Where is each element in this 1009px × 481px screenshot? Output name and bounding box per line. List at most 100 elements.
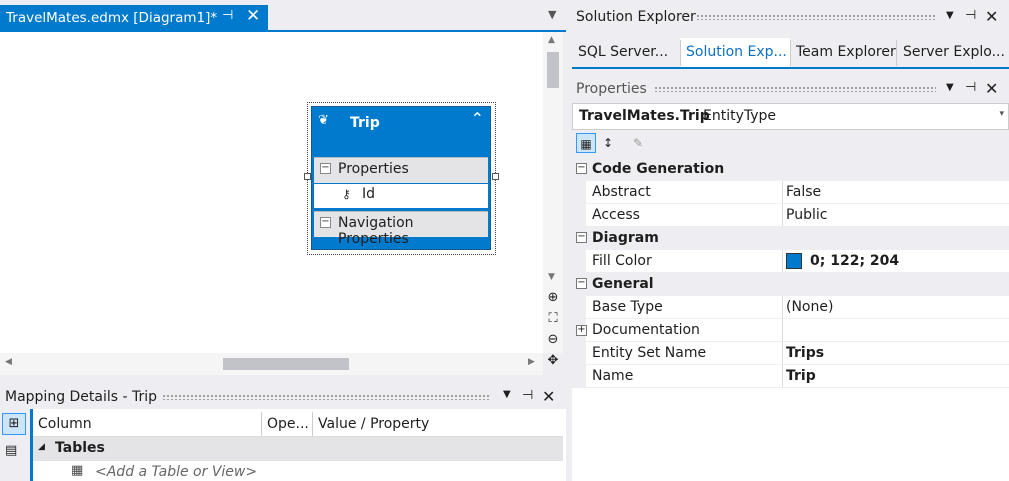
property-value[interactable]: Trips — [786, 345, 824, 361]
dropdown-icon[interactable]: ▼ — [503, 389, 511, 400]
row-gutter — [572, 296, 586, 319]
collapse-icon[interactable]: ⌃ — [471, 109, 484, 128]
row-divider — [586, 387, 1009, 388]
scroll-left-icon[interactable]: ◀ — [5, 357, 12, 367]
entity-icon: ❦ — [318, 113, 329, 128]
column-divider[interactable] — [782, 365, 783, 388]
collapse-icon[interactable]: − — [576, 163, 587, 174]
add-table-label[interactable]: <Add a Table or View> — [95, 464, 257, 480]
column-divider[interactable] — [782, 342, 783, 365]
expand-triangle-icon[interactable]: ◢ — [38, 442, 45, 452]
column-divider[interactable] — [782, 204, 783, 227]
pin-icon[interactable]: ⊣ — [965, 80, 976, 95]
property-row-name[interactable]: Name Trip — [572, 365, 1009, 388]
property-pages-icon[interactable]: ✎ — [628, 133, 648, 153]
column-header-operator[interactable]: Ope... — [267, 416, 309, 432]
zoom-in-icon[interactable]: ⊕ — [543, 290, 563, 308]
property-row-access[interactable]: Access Public — [572, 204, 1009, 227]
column-divider[interactable] — [782, 181, 783, 204]
pin-icon[interactable]: ⊣ — [222, 8, 233, 23]
tab-team-explorer[interactable]: Team Explorer — [796, 44, 896, 60]
close-icon[interactable]: ✕ — [985, 79, 998, 98]
property-row-documentation[interactable]: + Documentation — [572, 319, 1009, 342]
properties-title: Properties — [576, 81, 647, 97]
zoom-to-fit-icon[interactable]: ⛶ — [543, 311, 563, 329]
entity-title-bar[interactable]: ❦ Trip ⌃ — [312, 107, 490, 151]
solution-explorer-tabs: SQL Server... Solution Exp... Team Explo… — [572, 40, 1009, 68]
column-header-column[interactable]: Column — [38, 416, 92, 432]
column-separator[interactable] — [312, 412, 313, 436]
tab-server-explorer[interactable]: Server Explo... — [903, 44, 1005, 60]
scroll-right-icon[interactable]: ▶ — [528, 357, 535, 367]
close-icon[interactable]: ✕ — [246, 6, 260, 26]
scroll-up-icon[interactable]: ▲ — [548, 35, 555, 45]
column-divider[interactable] — [782, 319, 783, 342]
collapse-icon[interactable]: − — [576, 232, 587, 243]
solution-explorer-header[interactable]: Solution Explorer ▼ ⊣ ✕ — [572, 5, 1009, 29]
entity-properties-section[interactable]: − Properties — [314, 157, 488, 183]
drag-grip[interactable] — [696, 14, 936, 20]
property-name: Abstract — [592, 184, 651, 200]
section-label: Navigation Properties — [338, 215, 414, 247]
designer-document-tab[interactable]: TravelMates.edmx [Diagram1]* ⊣ ✕ — [0, 5, 268, 30]
chevron-down-icon[interactable]: ▼ — [548, 8, 556, 21]
drag-grip[interactable] — [162, 394, 490, 400]
row-gutter — [572, 250, 586, 273]
entity-property-id[interactable]: ⚷ Id — [314, 184, 488, 208]
pin-icon[interactable]: ⊣ — [522, 388, 533, 403]
map-entity-to-table-icon[interactable]: ⊞ — [2, 413, 26, 435]
column-divider[interactable] — [782, 296, 783, 319]
column-header-value[interactable]: Value / Property — [318, 416, 429, 432]
zoom-out-icon[interactable]: ⊖ — [543, 332, 563, 350]
property-value[interactable]: Trip — [786, 368, 816, 384]
property-value[interactable]: (None) — [786, 299, 833, 315]
pan-icon[interactable]: ✥ — [543, 353, 563, 371]
category-code-generation[interactable]: − Code Generation — [572, 158, 1009, 181]
scroll-down-icon[interactable]: ▼ — [548, 272, 555, 282]
tables-label: Tables — [55, 440, 105, 456]
property-value[interactable]: Public — [786, 207, 827, 223]
horizontal-scrollbar[interactable]: ◀ ▶ — [0, 353, 543, 375]
property-row-base-type[interactable]: Base Type (None) — [572, 296, 1009, 319]
property-value[interactable]: 0; 122; 204 — [810, 253, 899, 269]
close-icon[interactable]: ✕ — [542, 387, 555, 406]
property-row-fill-color[interactable]: Fill Color 0; 122; 204 — [572, 250, 1009, 273]
tables-group-row[interactable]: ◢ Tables — [33, 437, 563, 461]
scroll-thumb[interactable] — [223, 358, 349, 370]
entity-shape-trip[interactable]: ❦ Trip ⌃ − Properties ⚷ Id − Navigation … — [311, 106, 491, 250]
property-label: Id — [362, 186, 376, 202]
tab-solution-explorer[interactable]: Solution Exp... — [686, 44, 787, 60]
object-selector[interactable]: TravelMates.Trip EntityType ▾ — [572, 103, 1009, 130]
chevron-down-icon[interactable]: ▾ — [999, 109, 1004, 119]
section-label: Properties — [338, 161, 409, 177]
close-icon[interactable]: ✕ — [985, 7, 998, 26]
property-row-abstract[interactable]: Abstract False — [572, 181, 1009, 204]
property-value[interactable]: False — [786, 184, 821, 200]
alphabetical-icon[interactable]: ↕ — [598, 133, 618, 153]
scroll-thumb[interactable] — [547, 52, 559, 88]
dropdown-icon[interactable]: ▼ — [946, 82, 954, 93]
tab-sql-server[interactable]: SQL Server... — [578, 44, 668, 60]
entity-navigation-section[interactable]: − Navigation Properties — [314, 211, 488, 247]
properties-header[interactable]: Properties ▼ ⊣ ✕ — [572, 77, 1009, 101]
resize-handle-left[interactable] — [304, 173, 311, 180]
pin-icon[interactable]: ⊣ — [965, 8, 976, 23]
map-functions-icon[interactable]: ▤ — [5, 443, 17, 458]
category-general[interactable]: − General — [572, 273, 1009, 296]
mapping-details-header[interactable]: Mapping Details - Trip ▼ ⊣ ✕ — [0, 385, 566, 409]
property-row-entity-set-name[interactable]: Entity Set Name Trips — [572, 342, 1009, 365]
drag-grip[interactable] — [654, 86, 936, 92]
categorized-icon[interactable]: ▦ — [576, 133, 596, 153]
dropdown-icon[interactable]: ▼ — [946, 10, 954, 21]
row-gutter — [572, 181, 586, 204]
column-separator[interactable] — [261, 412, 262, 436]
add-table-row[interactable]: ▦ <Add a Table or View> — [33, 461, 563, 481]
collapse-section-icon[interactable]: − — [320, 217, 331, 228]
collapse-section-icon[interactable]: − — [320, 163, 331, 174]
resize-handle-right[interactable] — [492, 173, 499, 180]
expand-icon[interactable]: + — [576, 325, 587, 336]
column-divider[interactable] — [782, 250, 783, 273]
collapse-icon[interactable]: − — [576, 278, 587, 289]
color-swatch[interactable] — [786, 253, 802, 269]
category-diagram[interactable]: − Diagram — [572, 227, 1009, 250]
